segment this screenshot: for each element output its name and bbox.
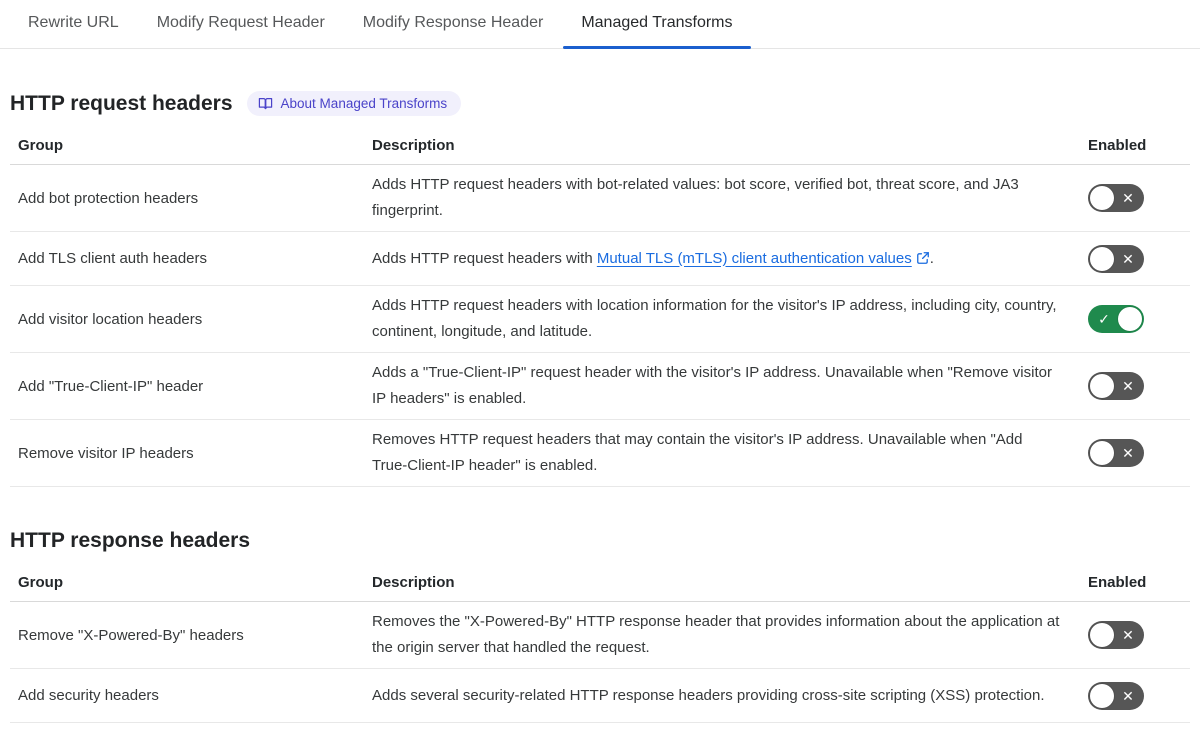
x-icon: ✕ [1122,378,1134,394]
column-header-description: Description [372,137,455,154]
response-section-title: HTTP response headers [10,529,251,552]
book-icon [258,96,273,111]
tab-modify-request-header[interactable]: Modify Request Header [139,0,343,48]
description-link[interactable]: Mutual TLS (mTLS) client authentication … [597,250,930,267]
request-headers-table: Group Description Enabled Add bot protec… [10,128,1190,487]
managed-transforms-panel: HTTP request headers About Managed Trans… [0,91,1200,723]
row-group-label: Add bot protection headers [18,189,199,207]
x-icon: ✕ [1122,190,1134,206]
enabled-cell: ✕ [1088,432,1190,474]
request-section-header: HTTP request headers About Managed Trans… [10,91,1190,116]
row-description: Removes HTTP request headers that may co… [372,431,1023,474]
about-badge-label: About Managed Transforms [280,95,448,111]
toggle-knob [1090,246,1114,271]
response-section-header: HTTP response headers [10,529,1190,553]
toggle-remove-visitor-ip-headers[interactable]: ✕ [1088,439,1144,467]
response-headers-table: Group Description Enabled Remove "X-Powe… [10,565,1190,723]
toggle-knob [1118,307,1142,331]
toggle-knob [1090,186,1114,210]
row-group-label: Add security headers [18,687,159,704]
row-description: Adds HTTP request headers with Mutual TL… [372,249,934,267]
tab-rewrite-url[interactable]: Rewrite URL [10,0,137,48]
x-icon: ✕ [1122,250,1134,267]
x-icon: ✕ [1122,445,1134,461]
check-icon: ✓ [1098,311,1110,327]
row-description: Removes the "X-Powered-By" HTTP response… [372,613,1060,656]
enabled-cell: ✕ [1088,177,1190,219]
row-group-label: Remove visitor IP headers [18,444,194,462]
table-header-row: Group Description Enabled [10,565,1190,602]
table-row: Add security headers Adds several securit… [10,669,1190,723]
row-group-label: Remove "X-Powered-By" headers [18,626,244,644]
table-row: Add "True-Client-IP" header Adds a "True-… [10,353,1190,420]
table-header-row: Group Description Enabled [10,128,1190,165]
row-group-label: Add "True-Client-IP" header [18,377,204,395]
toggle-remove-x-powered-by-headers[interactable]: ✕ [1088,621,1144,649]
table-row: Remove "X-Powered-By" headers Removes the… [10,602,1190,669]
toggle-add-security-headers[interactable]: ✕ [1088,681,1144,710]
x-icon: ✕ [1122,687,1134,704]
column-header-group: Group [18,137,63,154]
enabled-cell: ✕ [1088,238,1190,280]
toggle-add-bot-protection-headers[interactable]: ✕ [1088,184,1144,212]
enabled-cell: ✕ [1088,675,1190,717]
column-header-enabled: Enabled [1088,137,1147,154]
page-title: HTTP request headers [10,91,233,115]
row-group-label: Add visitor location headers [18,310,203,328]
table-row: Remove visitor IP headers Removes HTTP re… [10,420,1190,487]
table-row: Add visitor location headers Adds HTTP re… [10,286,1190,353]
x-icon: ✕ [1122,627,1134,643]
about-managed-transforms-link[interactable]: About Managed Transforms [246,91,462,116]
row-group-label: Add TLS client auth headers [18,250,208,267]
row-description: Adds several security-related HTTP respo… [372,686,1045,704]
row-description: Adds HTTP request headers with location … [372,297,1057,340]
external-link-icon [916,251,929,264]
tab-managed-transforms[interactable]: Managed Transforms [563,0,751,49]
column-header-enabled: Enabled [1088,574,1147,591]
enabled-cell: ✕ [1088,365,1190,407]
toggle-knob [1090,623,1114,647]
toggle-add-true-client-ip-header[interactable]: ✕ [1088,372,1144,400]
column-header-group: Group [18,574,63,591]
toggle-add-visitor-location-headers[interactable]: ✓ [1088,305,1144,333]
toggle-knob [1090,683,1114,708]
row-description: Adds a "True-Client-IP" request header w… [372,364,1052,407]
tab-modify-response-header[interactable]: Modify Response Header [345,0,562,48]
table-row: Add TLS client auth headers Adds HTTP req… [10,232,1190,286]
tab-bar: Rewrite URL Modify Request Header Modify… [0,0,1200,49]
toggle-add-tls-client-auth-headers[interactable]: ✕ [1088,244,1144,273]
enabled-cell: ✕ [1088,614,1190,656]
table-row: Add bot protection headers Adds HTTP requ… [10,165,1190,232]
toggle-knob [1090,374,1114,398]
row-description: Adds HTTP request headers with bot-relat… [372,176,1019,219]
column-header-description: Description [372,574,455,591]
toggle-knob [1090,441,1114,465]
enabled-cell: ✓ [1088,298,1190,340]
